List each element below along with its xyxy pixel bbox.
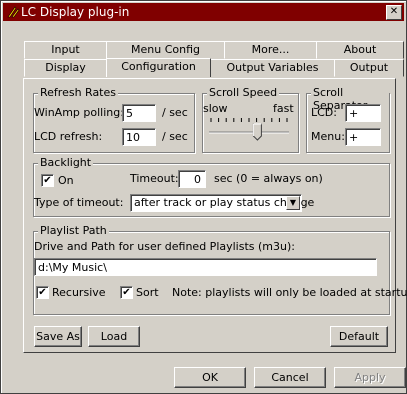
lcd-refresh-label: LCD refresh:: [34, 130, 103, 143]
playlist-path-label: Playlist Path: [38, 224, 109, 237]
recursive-label: Recursive: [52, 286, 106, 299]
winamp-polling-label: WinAmp polling:: [34, 106, 124, 119]
ok-button[interactable]: OK: [174, 367, 246, 388]
tab-input[interactable]: Input: [24, 41, 107, 59]
chevron-down-icon[interactable]: ▼: [286, 196, 300, 210]
save-as-button[interactable]: Save As: [34, 326, 82, 347]
recursive-checkbox[interactable]: ✔: [36, 286, 49, 299]
timeout-unit-label: sec (0 = always on): [214, 172, 323, 185]
refresh-rates-group: Refresh Rates WinAmp polling: 5 / sec LC…: [33, 86, 195, 153]
playlist-note: Note: playlists will only be loaded at s…: [172, 286, 407, 299]
sort-checkbox[interactable]: ✔: [120, 286, 133, 299]
apply-button[interactable]: Apply: [334, 367, 406, 388]
winamp-polling-input[interactable]: 5: [122, 104, 156, 122]
cancel-button[interactable]: Cancel: [254, 367, 326, 388]
separator-lcd-label: LCD:: [311, 106, 337, 119]
winamp-unit-label: / sec: [162, 106, 188, 119]
timeout-label: Timeout:: [130, 172, 179, 185]
tab-output[interactable]: Output: [334, 59, 404, 77]
separator-menu-input[interactable]: +: [345, 128, 381, 146]
slow-label: slow: [203, 102, 228, 115]
backlight-on-label: On: [58, 174, 74, 187]
tab-configuration[interactable]: Configuration: [106, 58, 211, 77]
slider-ticks: [210, 118, 288, 122]
playlist-desc-label: Drive and Path for user defined Playlist…: [34, 240, 295, 253]
lcd-refresh-input[interactable]: 10: [122, 128, 156, 146]
timeout-type-label: Type of timeout:: [34, 196, 124, 209]
separator-menu-label: Menu:: [311, 130, 345, 143]
default-button[interactable]: Default: [330, 326, 388, 347]
timeout-input[interactable]: 0: [178, 170, 206, 188]
tab-output-variables[interactable]: Output Variables: [210, 59, 335, 77]
title-bar[interactable]: LC Display plug-in ✕: [3, 3, 404, 21]
backlight-on-checkbox[interactable]: ✔: [41, 174, 54, 187]
tab-menu-config[interactable]: Menu Config: [106, 41, 225, 59]
tab-about[interactable]: About: [316, 41, 404, 59]
tab-display[interactable]: Display: [24, 59, 107, 77]
slider-thumb: [252, 123, 262, 141]
timeout-type-select[interactable]: after track or play status change ▼: [130, 194, 314, 212]
refresh-rates-label: Refresh Rates: [38, 86, 118, 99]
playlist-path-input[interactable]: d:\My Music\: [34, 258, 377, 276]
scroll-speed-label: Scroll Speed: [207, 86, 280, 99]
backlight-group: Backlight ✔ On Timeout: 0 sec (0 = alway…: [33, 156, 390, 217]
lcd-unit-label: / sec: [162, 130, 188, 143]
tab-more[interactable]: More...: [224, 41, 317, 59]
backlight-label: Backlight: [38, 156, 94, 169]
scroll-speed-slider[interactable]: [207, 116, 293, 144]
configuration-page: Refresh Rates WinAmp polling: 5 / sec LC…: [23, 78, 407, 353]
separator-lcd-input[interactable]: +: [345, 104, 381, 122]
scroll-separator-group: Scroll Separator LCD: + Menu: +: [306, 86, 390, 153]
sort-label: Sort: [136, 286, 159, 299]
plugin-window: LC Display plug-in ✕ Input Menu Config M…: [0, 0, 407, 394]
load-button[interactable]: Load: [88, 326, 140, 347]
close-button[interactable]: ✕: [386, 5, 402, 20]
scroll-speed-group: Scroll Speed slow fast: [202, 86, 299, 153]
playlist-path-group: Playlist Path Drive and Path for user de…: [33, 224, 407, 315]
window-title: LC Display plug-in: [21, 5, 130, 19]
plugin-icon: [7, 6, 20, 18]
fast-label: fast: [273, 102, 294, 115]
